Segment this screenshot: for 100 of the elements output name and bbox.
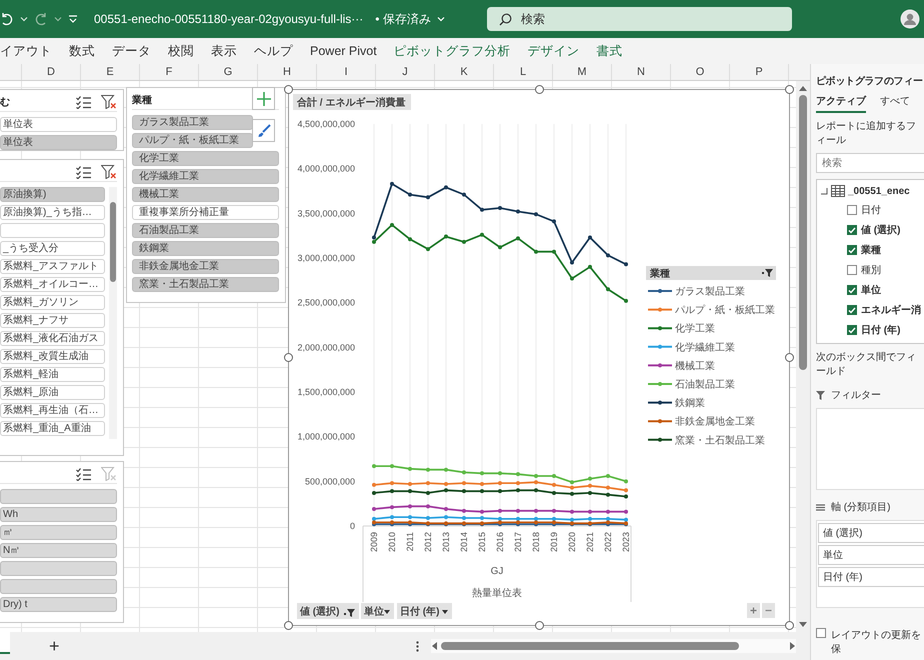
slicer-item[interactable]: 系燃料_アスファルト — [0, 259, 105, 274]
column-header[interactable]: N — [612, 64, 671, 80]
field-name[interactable]: 日付 — [861, 203, 881, 217]
field-chip[interactable]: 日付 (年) — [818, 567, 924, 587]
field-button[interactable]: 値 (選択) — [297, 603, 359, 619]
slicer-item[interactable]: 化学繊維工業 — [132, 169, 279, 184]
resize-handle[interactable] — [284, 621, 293, 630]
column-header[interactable]: G — [199, 64, 258, 80]
scrollbar[interactable] — [430, 639, 796, 653]
resize-handle[interactable] — [535, 621, 544, 630]
slicer-item[interactable]: 系燃料_ガソリン — [0, 295, 105, 310]
column-header[interactable]: L — [494, 64, 553, 80]
checkbox[interactable] — [816, 628, 826, 638]
chart-styles-button[interactable] — [252, 119, 275, 142]
chevron-icon[interactable] — [54, 16, 62, 22]
slicer-item[interactable]: パルプ・紙・板紙工業 — [132, 133, 253, 148]
column-header[interactable]: F — [140, 64, 199, 80]
slicer-item[interactable]: 機械工業 — [132, 187, 279, 202]
scrollbar-thumb[interactable] — [799, 95, 807, 370]
multi-select-icon[interactable] — [76, 166, 91, 178]
field-name[interactable]: 種別 — [861, 263, 881, 277]
undo-icon[interactable] — [0, 12, 14, 26]
field-name[interactable]: 業種 — [861, 243, 881, 257]
worksheet-grid[interactable] — [0, 81, 796, 632]
checkbox[interactable] — [847, 305, 857, 315]
column-header[interactable]: M — [553, 64, 612, 80]
slicer-item[interactable]: 窯業・土石製品工業 — [132, 277, 279, 292]
column-header[interactable]: K — [435, 64, 494, 80]
chart-elements-button[interactable] — [252, 87, 275, 110]
resize-handle[interactable] — [785, 621, 794, 630]
field-name[interactable]: 値 (選択) — [861, 223, 900, 237]
checkbox[interactable] — [847, 205, 857, 215]
save-status[interactable]: • 保存済み — [375, 10, 431, 28]
checkbox-label[interactable]: レイアウトの更新を保 — [831, 628, 924, 656]
ribbon-tab[interactable]: 書式 — [596, 42, 623, 60]
field-chip[interactable]: 値 (選択) — [818, 523, 924, 543]
slicer-item[interactable]: 重複事業所分補正量 — [132, 205, 279, 220]
checkbox[interactable] — [847, 265, 857, 275]
field-name[interactable]: 日付 (年) — [861, 323, 900, 337]
multi-select-icon[interactable] — [76, 96, 91, 108]
multi-select-icon[interactable] — [76, 468, 91, 480]
ribbon-tab[interactable]: Power Pivot — [310, 44, 377, 58]
slicer-item[interactable]: ㎥ — [0, 525, 117, 540]
scroll-down-icon[interactable] — [799, 622, 807, 628]
slicer-item[interactable]: ガラス製品工業 — [132, 115, 253, 130]
scrollbar-thumb[interactable] — [440, 642, 739, 650]
slicer-item[interactable]: 単位表 — [0, 135, 117, 150]
scroll-up-icon[interactable] — [799, 85, 807, 91]
slicer-item[interactable]: Wh — [0, 507, 117, 522]
column-header[interactable]: D — [22, 64, 81, 80]
clear-filter-icon[interactable] — [101, 165, 117, 179]
slicer-item[interactable]: 鉄鋼業 — [132, 241, 279, 256]
pane-tab[interactable]: アクティブ — [816, 94, 866, 113]
slicer-item[interactable]: 系燃料_重油_A重油 — [0, 421, 105, 436]
ribbon-tab[interactable]: データ — [112, 42, 151, 60]
slicer-item[interactable]: 原油換算) — [0, 187, 105, 202]
scroll-left-icon[interactable] — [430, 642, 437, 650]
slicer-item[interactable]: 石油製品工業 — [132, 223, 279, 238]
slicer-item[interactable]: N㎥ — [0, 543, 117, 558]
slicer-item[interactable]: 単位表 — [0, 117, 117, 132]
resize-handle[interactable] — [785, 353, 794, 362]
slicer-item[interactable]: 系燃料_軽油 — [0, 367, 105, 382]
slicer-item[interactable]: 非鉄金属地金工業 — [132, 259, 279, 274]
customize-icon[interactable] — [68, 14, 78, 24]
column-header[interactable]: I — [317, 64, 376, 80]
collapse-button[interactable] — [762, 603, 775, 618]
checkbox[interactable] — [847, 325, 857, 335]
slicer-item[interactable]: 系燃料_オイルコー… — [0, 277, 105, 292]
scrollbar[interactable] — [796, 81, 810, 632]
field-button[interactable]: 単位 — [361, 603, 394, 619]
ribbon-tab[interactable]: 校閲 — [168, 42, 194, 60]
clear-filter-icon[interactable] — [101, 95, 117, 109]
resize-handle[interactable] — [535, 85, 544, 94]
avatar-icon[interactable] — [900, 9, 920, 29]
slicer-item[interactable]: 系燃料_ナフサ — [0, 313, 105, 328]
ribbon-tab[interactable]: 表示 — [211, 42, 237, 60]
field-button[interactable]: 業種 — [646, 266, 776, 280]
add-sheet-button[interactable]: + — [45, 636, 64, 656]
ribbon-tab[interactable]: デザイン — [528, 42, 580, 60]
slicer-item[interactable]: 原油換算)_うち指… — [0, 205, 105, 220]
column-header[interactable]: E — [81, 64, 140, 80]
field-button[interactable]: 日付 (年) — [397, 603, 452, 619]
slicer-item[interactable]: 化学工業 — [132, 151, 279, 166]
checkbox[interactable] — [847, 225, 857, 235]
search-field[interactable]: 検索 — [816, 153, 924, 173]
scrollbar-thumb[interactable] — [110, 202, 116, 282]
chevron-icon[interactable] — [20, 16, 28, 22]
slicer-item[interactable]: 系燃料_改質生成油 — [0, 349, 105, 364]
resize-handle[interactable] — [284, 353, 293, 362]
scrollbar[interactable] — [109, 187, 117, 439]
column-header[interactable]: J — [376, 64, 435, 80]
resize-handle[interactable] — [785, 85, 794, 94]
slicer-item[interactable]: 系燃料_原油 — [0, 385, 105, 400]
slicer-item[interactable]: Dry) t — [0, 597, 117, 612]
pane-tab[interactable]: すべて — [880, 94, 910, 113]
ribbon-tab[interactable]: ピボットグラフ分析 — [394, 42, 511, 60]
field-button[interactable]: 合計 / エネルギー消費量 — [293, 94, 411, 110]
scroll-right-icon[interactable] — [790, 642, 796, 650]
column-header[interactable]: H — [258, 64, 317, 80]
field-chip[interactable]: 単位 — [818, 545, 924, 565]
